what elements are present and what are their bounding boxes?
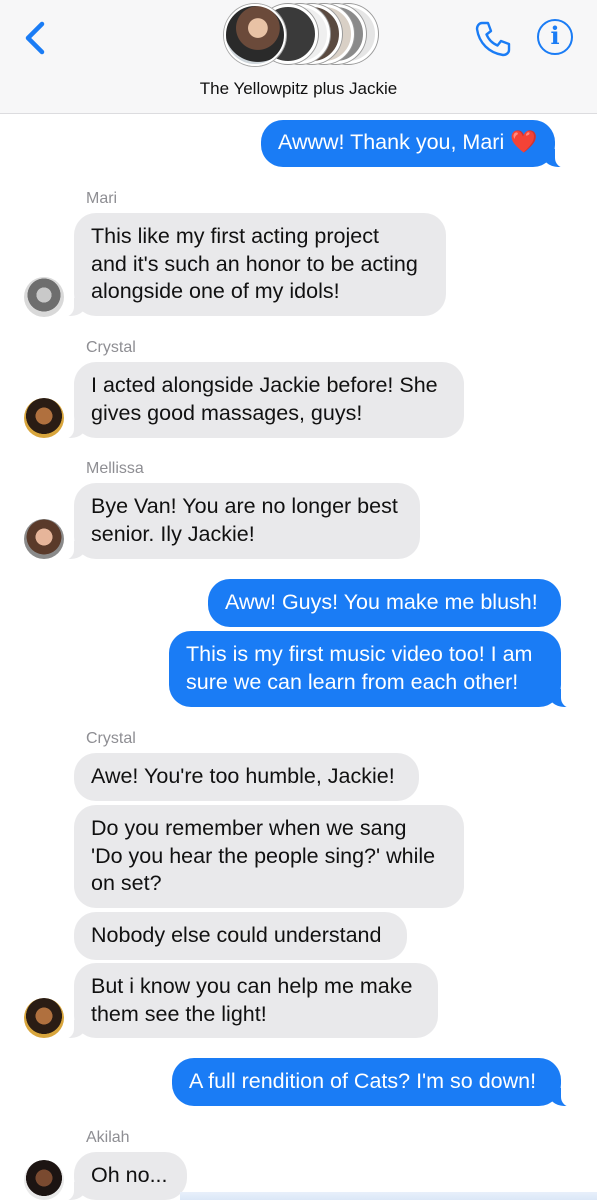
message-text-line: Bye Van! You are no longer best [91,494,398,518]
message-text-line: 'Do you hear the people sing?' while [91,843,436,868]
message-text-line: and it's such an honor to be acting [91,251,418,276]
heart-emoji: ❤️ [510,130,538,155]
message-text-line: them see the light! [91,1001,267,1026]
message-text-line: alongside one of my idols! [91,279,340,303]
message-text: Awe! You're too humble, Jackie! [91,764,395,788]
conversation-title[interactable]: The Yellowpitz plus Jackie [0,79,597,99]
sender-name: Mellissa [86,460,144,477]
avatar[interactable] [24,998,64,1038]
message-text-line: But i know you can help me make [91,974,413,998]
incoming-message[interactable]: Nobody else could understand [74,912,407,960]
outgoing-message[interactable]: This is my first music video too! I am s… [169,631,575,708]
avatar[interactable] [24,519,64,559]
chevron-left-icon[interactable] [18,18,50,58]
incoming-message[interactable]: I acted alongside Jackie before! She giv… [60,362,464,439]
incoming-message[interactable]: But i know you can help me make them see… [60,963,438,1039]
sender-name: Akilah [86,1129,130,1146]
message-text-line: sure we can learn from each other! [186,669,519,694]
outgoing-message[interactable]: A full rendition of Cats? I'm so down! [172,1058,575,1107]
message-text-line: Do you remember when we sang [91,816,407,840]
group-avatar-stack[interactable] [222,4,382,68]
phone-icon[interactable] [472,18,514,60]
incoming-message[interactable]: This like my first acting project and it… [60,213,446,317]
message-text-line: senior. Ily Jackie! [91,521,255,546]
sender-name: Crystal [86,339,136,356]
sender-name: Crystal [86,730,136,747]
info-icon[interactable]: i [537,19,573,55]
outgoing-message[interactable]: Aww! Guys! You make me blush! [208,579,561,627]
message-text: A full rendition of Cats? I'm so down! [189,1069,537,1093]
avatar[interactable] [24,398,64,438]
message-text: Oh no... [91,1163,168,1187]
avatar[interactable] [24,277,64,317]
message-text-line: I acted alongside Jackie before! She [91,373,438,397]
message-text: Awww! Thank you, Mari [278,130,505,154]
outgoing-message[interactable]: Awww! Thank you, Mari ❤️ [261,120,569,168]
message-text: Nobody else could understand [91,923,382,947]
incoming-message[interactable]: Awe! You're too humble, Jackie! [74,753,419,801]
conversation-header: i The Yellowpitz plus Jackie [0,0,597,114]
incoming-message[interactable]: Oh no... [60,1152,187,1200]
incoming-message[interactable]: Do you remember when we sang 'Do you hea… [74,805,464,908]
avatar[interactable] [24,1160,64,1200]
message-text-line: This is my first music video too! I am [186,642,533,666]
incoming-message[interactable]: Bye Van! You are no longer best senior. … [60,483,420,560]
input-bar-edge [180,1192,597,1200]
message-text-line: on set? [91,871,162,895]
group-avatar-main [224,4,286,66]
message-text: Aww! Guys! You make me blush! [225,590,538,614]
sender-name: Mari [86,190,118,207]
message-text-line: This like my first acting project [91,224,379,248]
message-text-line: gives good massages, guys! [91,400,363,425]
